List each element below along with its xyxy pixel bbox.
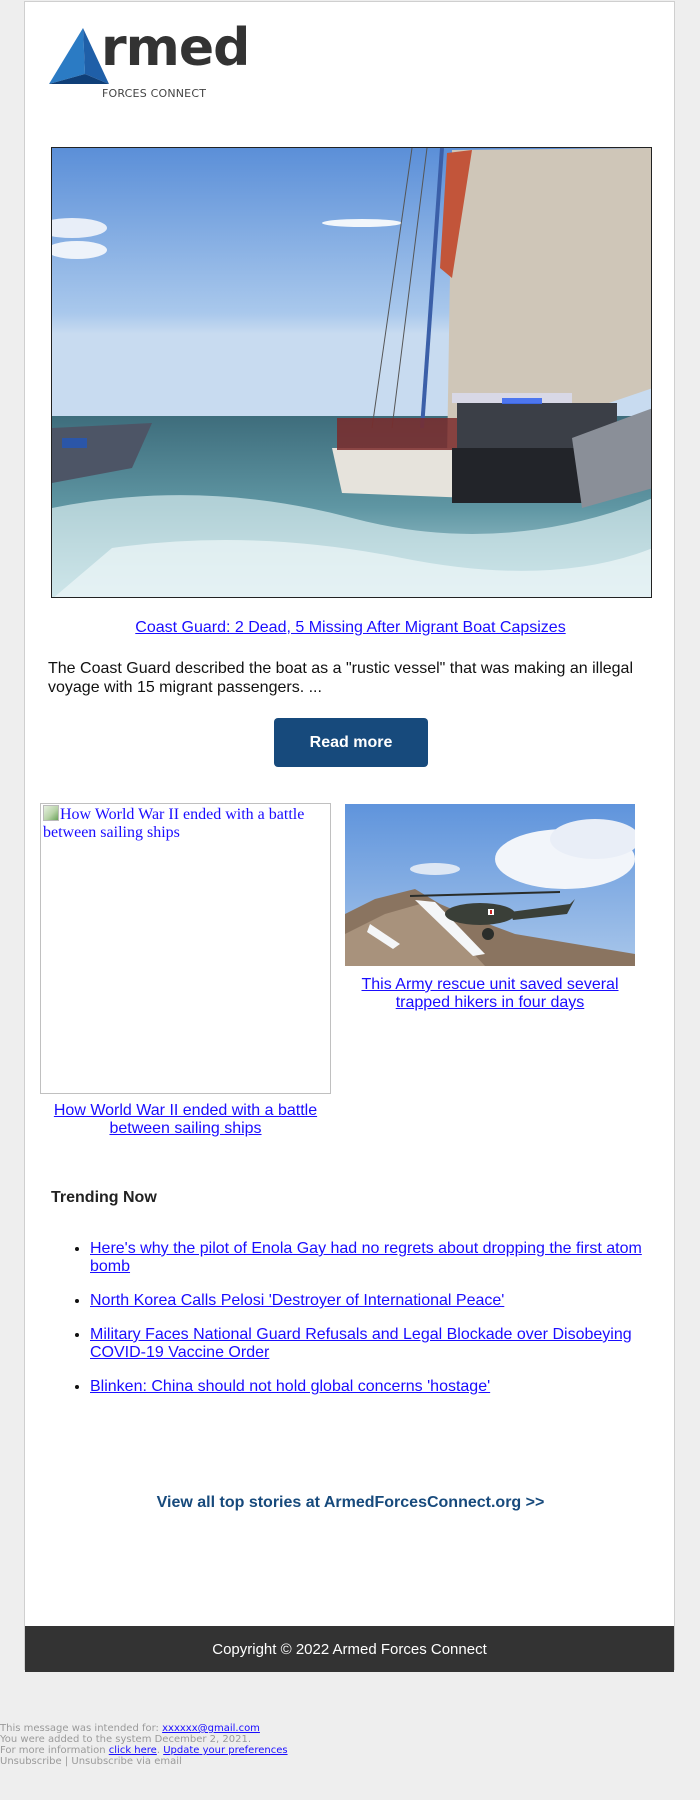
unsubscribe-email-link[interactable]: Unsubscribe via email: [71, 1756, 181, 1767]
pipe-separator: |: [61, 1756, 72, 1767]
sailboat-photo: [52, 148, 651, 597]
helicopter-photo: [345, 804, 635, 966]
trending-item: North Korea Calls Pelosi 'Destroyer of I…: [90, 1292, 670, 1310]
image-alt-text: How World War II ended with a battle bet…: [43, 806, 305, 841]
triangle-logo-icon: [49, 28, 109, 84]
more-info-line: For more information click here. Update …: [0, 1745, 288, 1756]
click-here-link[interactable]: click here: [109, 1745, 157, 1756]
hero-article-description: The Coast Guard described the boat as a …: [48, 660, 633, 696]
trending-link[interactable]: Blinken: China should not hold global co…: [90, 1378, 490, 1395]
trending-list: Here's why the pilot of Enola Gay had no…: [65, 1240, 670, 1412]
more-info-label: For more information: [0, 1745, 109, 1756]
added-line: You were added to the system December 2,…: [0, 1734, 251, 1745]
footer-bar: Copyright © 2022 Armed Forces Connect: [25, 1626, 674, 1672]
email-meta: This message was intended for: xxxxxx@gm…: [0, 1723, 288, 1767]
copyright-text: Copyright © 2022 Armed Forces Connect: [212, 1640, 487, 1658]
view-all-stories-link[interactable]: View all top stories at ArmedForcesConne…: [25, 1494, 676, 1512]
card-title: How World War II ended with a battle bet…: [40, 1102, 331, 1138]
trending-item: Military Faces National Guard Refusals a…: [90, 1326, 670, 1362]
logo-subtitle: FORCES CONNECT: [102, 87, 207, 100]
brand-logo[interactable]: rmed FORCES CONNECT: [49, 22, 250, 106]
unsubscribe-line: Unsubscribe | Unsubscribe via email: [0, 1756, 288, 1767]
trending-heading: Trending Now: [51, 1189, 157, 1206]
trending-link[interactable]: Here's why the pilot of Enola Gay had no…: [90, 1240, 642, 1275]
recipient-email-link[interactable]: xxxxxx@gmail.com: [162, 1723, 260, 1734]
broken-image-icon: [43, 805, 59, 821]
card-title: This Army rescue unit saved several trap…: [345, 976, 635, 1012]
hero-image[interactable]: [51, 147, 652, 598]
trending-item: Blinken: China should not hold global co…: [90, 1378, 670, 1396]
email-container: rmed FORCES CONNECT Coast Guard: 2 Dead,…: [24, 1, 676, 1672]
card-image-broken[interactable]: How World War II ended with a battle bet…: [40, 803, 331, 1094]
unsubscribe-link[interactable]: Unsubscribe: [0, 1756, 62, 1767]
read-more-button[interactable]: Read more: [274, 718, 428, 767]
intended-line: This message was intended for: xxxxxx@gm…: [0, 1723, 288, 1734]
hero-article-title: Coast Guard: 2 Dead, 5 Missing After Mig…: [25, 619, 676, 637]
trending-link[interactable]: North Korea Calls Pelosi 'Destroyer of I…: [90, 1292, 504, 1309]
logo-wordmark: rmed: [101, 18, 250, 78]
intended-label: This message was intended for:: [0, 1723, 163, 1734]
card-link-army-rescue[interactable]: This Army rescue unit saved several trap…: [362, 976, 619, 1011]
update-preferences-link[interactable]: Update your preferences: [163, 1745, 287, 1756]
card-image-helicopter[interactable]: [345, 804, 635, 966]
trending-item: Here's why the pilot of Enola Gay had no…: [90, 1240, 670, 1276]
trending-link[interactable]: Military Faces National Guard Refusals a…: [90, 1326, 632, 1361]
hero-article-link[interactable]: Coast Guard: 2 Dead, 5 Missing After Mig…: [135, 619, 565, 636]
card-link-ww2[interactable]: How World War II ended with a battle bet…: [54, 1102, 317, 1137]
